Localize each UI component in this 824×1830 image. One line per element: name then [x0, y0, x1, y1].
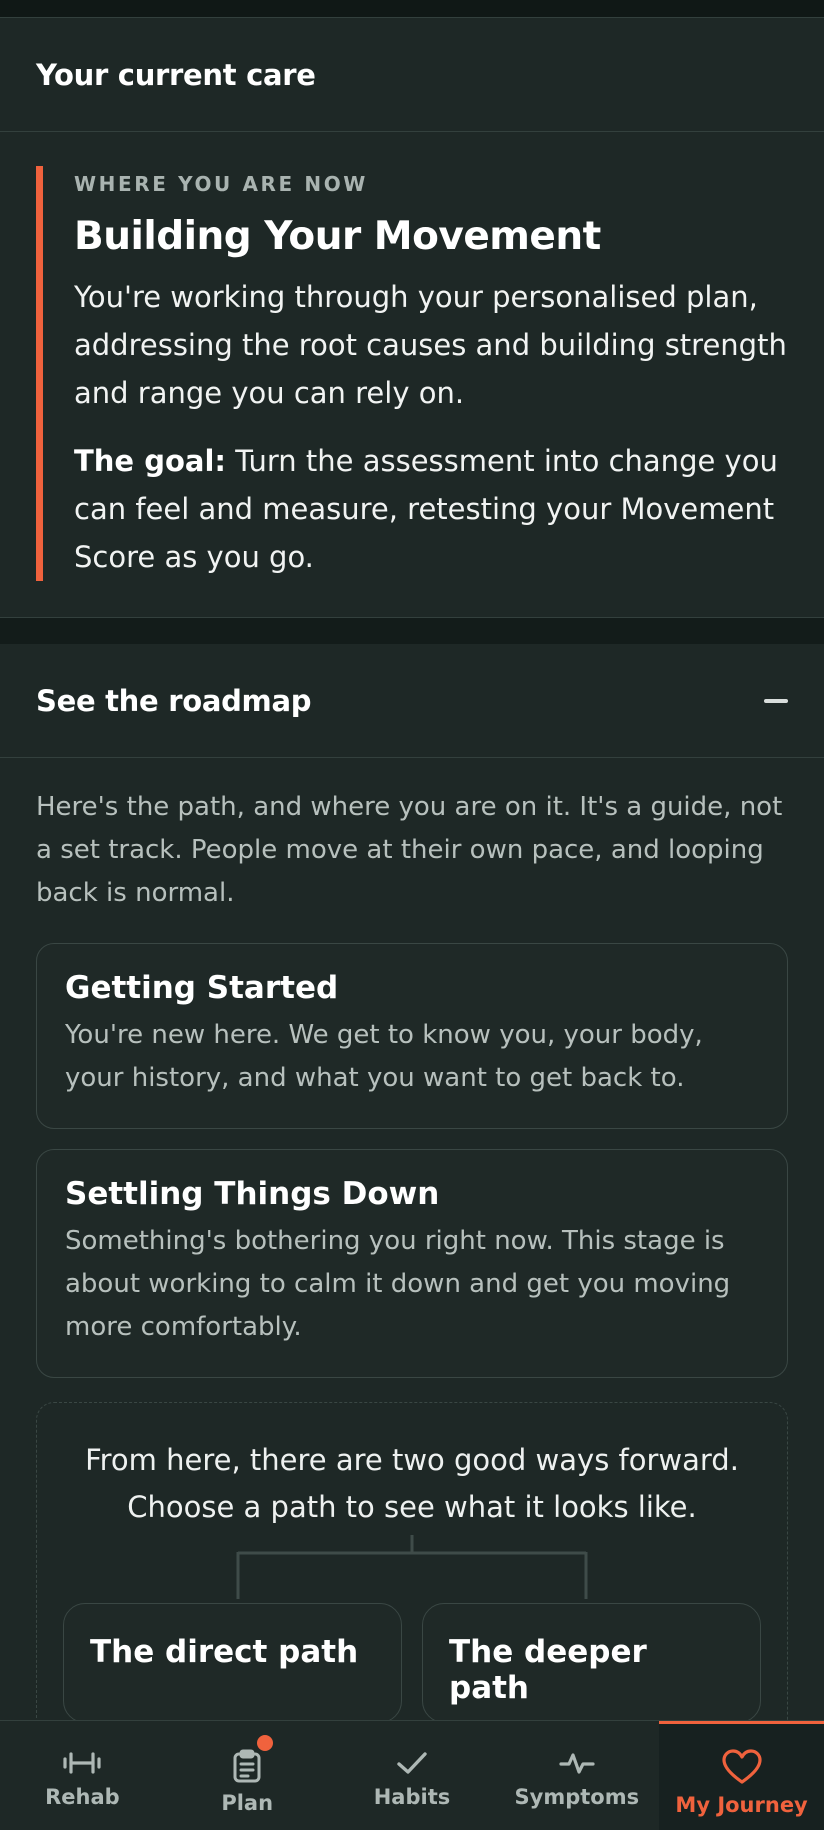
check-icon [397, 1752, 427, 1774]
heart-icon [721, 1749, 762, 1784]
current-care-section: Your current care WHERE YOU ARE NOW Buil… [0, 18, 824, 618]
current-stage-description: You're working through your personalised… [74, 280, 787, 410]
notification-badge [257, 1735, 274, 1751]
roadmap-title: See the roadmap [36, 683, 312, 718]
tab-label: My Journey [675, 1793, 808, 1817]
stage-description: Something's bothering you right now. Thi… [65, 1226, 731, 1342]
branch-connector [236, 1535, 588, 1599]
top-strip [0, 0, 824, 18]
section-divider [0, 618, 824, 644]
bottom-tab-bar: Rehab Plan Habits Symptoms My Journey [0, 1720, 824, 1830]
path-title: The direct path [90, 1634, 359, 1670]
direct-path-card[interactable]: The direct path [63, 1603, 402, 1723]
current-stage-goal: The goal: Turn the assessment into chang… [74, 437, 788, 581]
tab-my-journey[interactable]: My Journey [659, 1721, 824, 1830]
current-care-header: Your current care [0, 18, 824, 132]
tab-rehab[interactable]: Rehab [0, 1721, 165, 1830]
stage-description: You're new here. We get to know you, you… [65, 1020, 703, 1093]
tab-label: Plan [221, 1791, 274, 1815]
stage-getting-started[interactable]: Getting Started You're new here. We get … [36, 943, 788, 1129]
path-choice-text: From here, there are two good ways forwa… [85, 1443, 739, 1524]
tab-habits[interactable]: Habits [330, 1721, 495, 1830]
current-stage-card: WHERE YOU ARE NOW Building Your Movement… [36, 166, 788, 581]
current-stage-title: Building Your Movement [74, 214, 601, 259]
current-care-title: Your current care [36, 57, 316, 92]
stage-settling-things-down[interactable]: Settling Things Down Something's botheri… [36, 1149, 788, 1378]
tab-symptoms[interactable]: Symptoms [494, 1721, 659, 1830]
stage-title: Getting Started [65, 970, 339, 1006]
deeper-path-card[interactable]: The deeper path [422, 1603, 761, 1723]
stage-eyebrow: WHERE YOU ARE NOW [74, 172, 368, 196]
roadmap-section: See the roadmap Here's the path, and whe… [0, 644, 824, 1802]
tab-label: Symptoms [514, 1785, 640, 1809]
app-screen: Your current care WHERE YOU ARE NOW Buil… [0, 0, 824, 1830]
roadmap-body: Here's the path, and where you are on it… [0, 758, 824, 1802]
dumbbell-icon [63, 1752, 101, 1774]
goal-label: The goal: [74, 444, 226, 478]
path-title: The deeper path [449, 1634, 647, 1706]
roadmap-intro: Here's the path, and where you are on it… [36, 792, 783, 908]
current-care-body: WHERE YOU ARE NOW Building Your Movement… [0, 132, 824, 618]
minus-icon[interactable] [764, 698, 788, 703]
tab-label: Rehab [45, 1785, 120, 1809]
pulse-icon [559, 1753, 595, 1774]
path-options: The direct path The deeper path [63, 1603, 761, 1723]
clipboard-icon [233, 1749, 261, 1783]
tab-label: Habits [373, 1785, 451, 1809]
tab-plan[interactable]: Plan [165, 1721, 330, 1830]
stage-title: Settling Things Down [65, 1176, 440, 1212]
roadmap-header[interactable]: See the roadmap [0, 644, 824, 758]
